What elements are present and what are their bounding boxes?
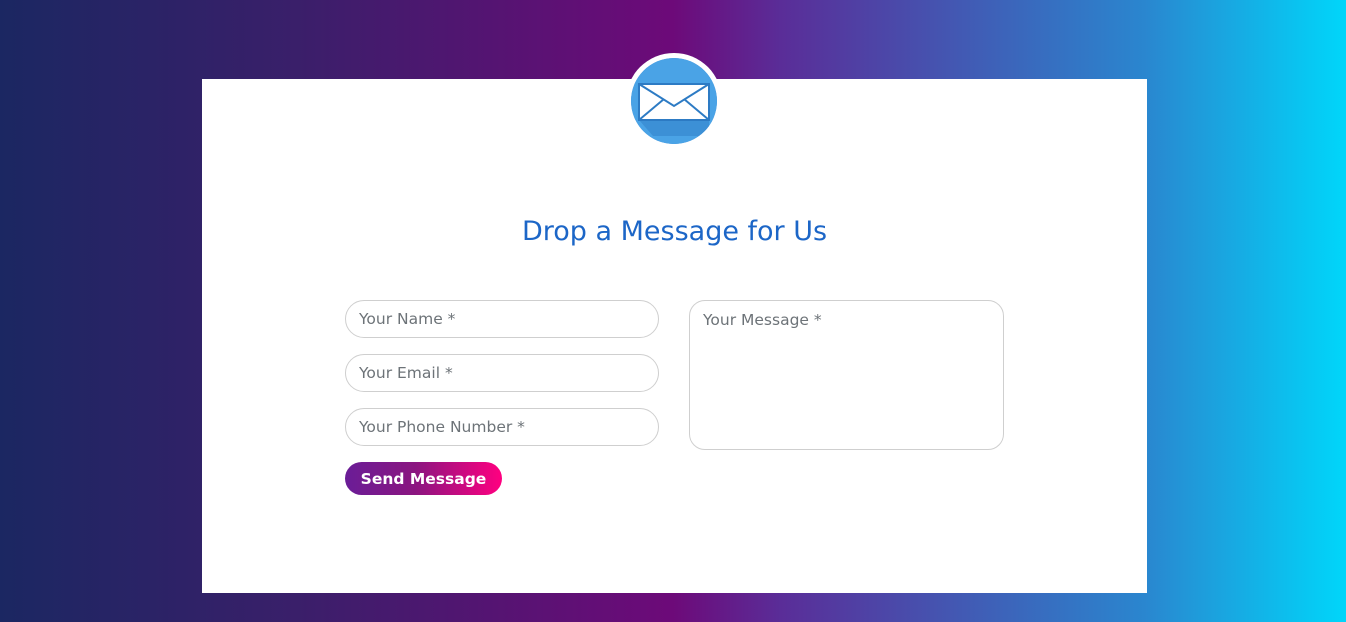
phone-field[interactable]: Your Phone Number * [345,408,659,446]
message-placeholder: Your Message * [703,311,822,329]
message-field[interactable]: Your Message * [689,300,1004,450]
email-placeholder: Your Email * [359,364,453,382]
resize-handle-icon[interactable] [992,438,1000,449]
envelope-icon [631,58,717,144]
email-field[interactable]: Your Email * [345,354,659,392]
logo-badge [626,53,722,149]
name-field[interactable]: Your Name * [345,300,659,338]
page-title: Drop a Message for Us [521,216,828,247]
contact-card [202,79,1147,593]
send-message-button[interactable]: Send Message [345,462,502,495]
phone-placeholder: Your Phone Number * [359,418,525,436]
name-placeholder: Your Name * [359,310,456,328]
